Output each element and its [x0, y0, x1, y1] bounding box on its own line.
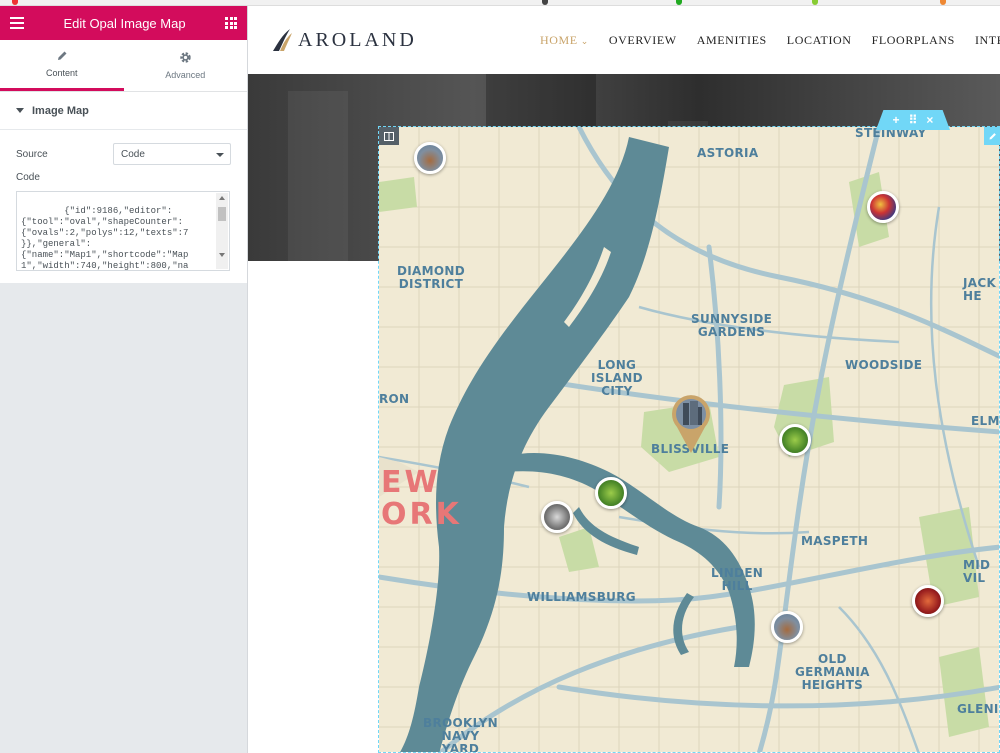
- map-marker-tourist[interactable]: [771, 611, 803, 643]
- code-text: {"id":9186,"editor": {"tool":"oval","sha…: [21, 206, 189, 271]
- map-label-middle-village: MID VIL: [963, 558, 991, 585]
- menu-item-floorplans[interactable]: FLOORPLANS: [872, 33, 955, 48]
- map-label-jackson-heights: JACK HE: [963, 276, 997, 303]
- tab-content-label: Content: [45, 68, 78, 78]
- drag-handle-icon[interactable]: ⠿: [909, 113, 918, 127]
- source-label: Source: [16, 148, 48, 160]
- map-marker-park[interactable]: [779, 424, 811, 456]
- main-menu: HOME ⌄ OVERVIEW AMENITIES LOCATION FLOORP…: [540, 33, 1000, 48]
- section-toggle[interactable]: Image Map: [0, 92, 247, 130]
- source-value: Code: [121, 148, 145, 160]
- map-marker-tourist[interactable]: [414, 142, 446, 174]
- section-title: Image Map: [32, 104, 89, 117]
- pencil-icon: [57, 51, 67, 60]
- map-label-new-york: EW ORK: [381, 465, 462, 532]
- map-label-long-island-city: LONG ISLAND CITY: [591, 358, 643, 398]
- panel-tabs: Content Advanced: [0, 40, 247, 92]
- map-label-linden-hill: LINDEN HILL: [711, 566, 764, 593]
- source-control: Source Code: [16, 142, 231, 166]
- map-marker-festival[interactable]: [867, 191, 899, 223]
- menu-item-home-label: HOME: [540, 33, 578, 47]
- menu-item-home[interactable]: HOME ⌄: [540, 33, 589, 48]
- code-textarea[interactable]: {"id":9186,"editor": {"tool":"oval","sha…: [16, 191, 230, 271]
- map-marker-city[interactable]: [541, 501, 573, 533]
- map-marker-park[interactable]: [595, 477, 627, 509]
- map-label-glendale: GLENI: [957, 702, 999, 716]
- scroll-thumb[interactable]: [218, 207, 226, 221]
- widgets-grid-icon[interactable]: [225, 17, 237, 29]
- pencil-icon: [989, 132, 996, 139]
- map-label-elm: ELM: [971, 414, 1000, 428]
- tab-advanced-label: Advanced: [165, 70, 206, 80]
- menu-item-amenities[interactable]: AMENITIES: [697, 33, 767, 48]
- image-map-section: Image Map Source Code Code {"id":9186,"e…: [0, 92, 247, 283]
- code-scrollbar[interactable]: [216, 193, 228, 269]
- chevron-down-icon: [216, 153, 224, 157]
- map-marker-theater[interactable]: [912, 585, 944, 617]
- widget-toolbar: + ⠿ ×: [876, 110, 950, 130]
- source-select[interactable]: Code: [113, 143, 231, 165]
- map-label-brooklyn-navy-yard: BROOKLYN NAVY YARD: [423, 716, 498, 753]
- column-handle[interactable]: [379, 127, 399, 145]
- editor-panel: Edit Opal Image Map Content Advanced Ima…: [0, 6, 248, 753]
- tab-content[interactable]: Content: [0, 40, 124, 91]
- logo-mark-icon: [273, 29, 292, 51]
- map-label-astoria: ASTORIA: [697, 146, 759, 160]
- location-pin-icon[interactable]: [669, 393, 713, 455]
- menu-item-inter[interactable]: INTER: [975, 33, 1000, 48]
- close-icon[interactable]: ×: [926, 113, 933, 127]
- code-label: Code: [16, 172, 40, 183]
- panel-header: Edit Opal Image Map: [0, 6, 247, 40]
- map-label-woodside: WOODSIDE: [845, 358, 923, 372]
- logo-text: AROLAND: [298, 28, 417, 51]
- tab-advanced[interactable]: Advanced: [124, 40, 248, 91]
- map-label-ron: RON: [379, 392, 410, 406]
- scroll-down-icon[interactable]: [219, 253, 225, 257]
- map-label-sunnyside-gardens: SUNNYSIDE GARDENS: [691, 312, 773, 339]
- widget-edit-handle[interactable]: [984, 127, 1000, 145]
- menu-item-overview[interactable]: OVERVIEW: [609, 33, 677, 48]
- hamburger-menu-icon[interactable]: [10, 17, 24, 29]
- site-header: AROLAND HOME ⌄ OVERVIEW AMENITIES LOCATIO…: [248, 6, 1000, 74]
- building-shape: [288, 91, 348, 261]
- add-icon[interactable]: +: [893, 113, 900, 127]
- chevron-down-icon: ⌄: [580, 36, 589, 46]
- site-logo[interactable]: AROLAND: [270, 27, 417, 53]
- site-preview: AROLAND HOME ⌄ OVERVIEW AMENITIES LOCATIO…: [248, 6, 1000, 753]
- section-controls: Source Code Code {"id":9186,"editor": {"…: [0, 130, 247, 283]
- map-label-old-germania-heights: OLD GERMANIA HEIGHTS: [795, 652, 870, 692]
- map-label-williamsburg: WILLIAMSBURG: [527, 590, 636, 604]
- map-label-diamond-district: DIAMOND DISTRICT: [397, 264, 465, 291]
- menu-item-location[interactable]: LOCATION: [787, 33, 852, 48]
- scroll-up-icon[interactable]: [219, 196, 225, 200]
- image-map-widget[interactable]: ASTORIA STEINWAY DIAMOND DISTRICT JACK H…: [378, 126, 1000, 753]
- caret-down-icon: [16, 108, 24, 113]
- column-icon: [384, 131, 394, 141]
- gear-icon: [180, 52, 191, 63]
- panel-title: Edit Opal Image Map: [63, 15, 186, 31]
- map-label-maspeth: MASPETH: [801, 534, 869, 548]
